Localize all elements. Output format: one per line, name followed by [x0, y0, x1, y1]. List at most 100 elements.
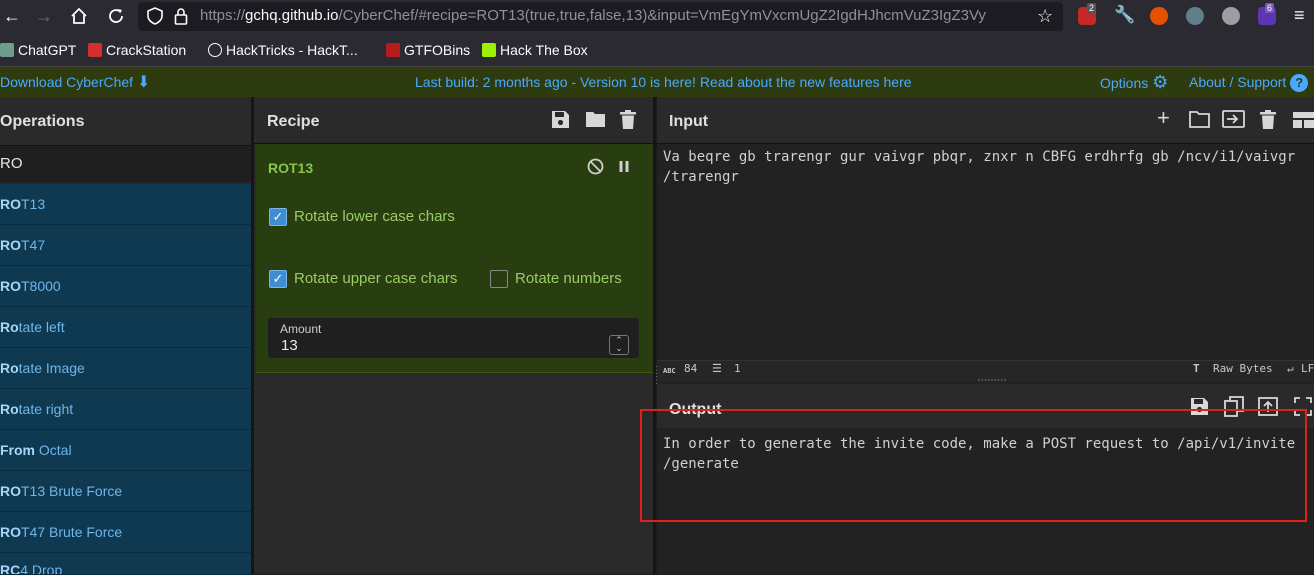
- download-label: Download CyberChef: [0, 74, 134, 90]
- operation-match: RO: [0, 278, 21, 294]
- operation-item[interactable]: RC4 Drop: [0, 553, 251, 575]
- bookmark-crackstation[interactable]: CrackStation: [88, 41, 186, 59]
- operation-item[interactable]: ROT13: [0, 184, 251, 225]
- operation-match: RO: [0, 237, 21, 253]
- layout-icon[interactable]: [1293, 111, 1314, 133]
- bookmark-label: CrackStation: [106, 42, 187, 58]
- gear-icon: ⚙: [1152, 72, 1169, 92]
- operation-match: Ro: [0, 319, 19, 335]
- reload-icon[interactable]: [104, 4, 128, 28]
- tracking-shield-icon[interactable]: [147, 7, 163, 30]
- line-ending-label[interactable]: LF: [1301, 362, 1314, 376]
- home-icon[interactable]: [67, 4, 91, 28]
- operation-label: tate Image: [18, 360, 85, 376]
- input-line-count: 1: [734, 362, 741, 375]
- save-recipe-icon[interactable]: [551, 110, 570, 133]
- operation-match: Ro: [0, 360, 19, 376]
- pause-breakpoint-icon[interactable]: [618, 160, 630, 178]
- hamburger-menu-icon[interactable]: ≡: [1294, 5, 1305, 25]
- crackstation-icon: [88, 43, 102, 57]
- operation-item[interactable]: ROT8000: [0, 266, 251, 307]
- bookmark-hacktricks[interactable]: HackTricks - HackT...: [208, 41, 358, 59]
- bookmark-label: Hack The Box: [500, 42, 588, 58]
- operation-match: RO: [0, 524, 21, 540]
- gtfobins-icon: [386, 43, 400, 57]
- bookmark-label: ChatGPT: [18, 42, 77, 58]
- operations-search-input[interactable]: [0, 146, 251, 182]
- clear-recipe-trash-icon[interactable]: [620, 110, 636, 133]
- chatgpt-icon: [0, 43, 14, 57]
- forward-arrow-icon[interactable]: →: [32, 4, 56, 28]
- download-cyberchef-link[interactable]: Download CyberChef ⬇: [0, 73, 150, 92]
- operation-label: tate left: [18, 319, 65, 335]
- operation-item[interactable]: ROT13 Brute Force: [0, 471, 251, 512]
- operation-item[interactable]: Rotate left: [0, 307, 251, 348]
- input-title: Input: [669, 113, 709, 130]
- input-header: [657, 97, 1314, 144]
- operation-match: RO: [0, 196, 21, 212]
- open-folder-icon[interactable]: [1189, 110, 1210, 132]
- hackthebox-icon: [482, 43, 496, 57]
- operation-label: 4 Drop: [20, 562, 63, 575]
- rotate-lower-label: Rotate lower case chars: [294, 208, 455, 225]
- cyberchef-banner: Download CyberChef ⬇ Last build: 2 month…: [0, 66, 1314, 97]
- url-text[interactable]: https://gchq.github.io/CyberChef/#recipe…: [200, 6, 1030, 26]
- options-button[interactable]: Options ⚙: [1100, 73, 1168, 92]
- operation-label: T13 Brute Force: [21, 483, 123, 499]
- text-encoding-icon[interactable]: T: [1193, 362, 1200, 376]
- bookmark-gtfobins[interactable]: GTFOBins: [386, 41, 470, 59]
- rotate-upper-label: Rotate upper case chars: [294, 270, 458, 287]
- rotate-numbers-label: Rotate numbers: [515, 270, 622, 287]
- options-label: Options: [1100, 75, 1149, 91]
- bookmark-chatgpt[interactable]: ChatGPT: [0, 41, 76, 59]
- amount-stepper-icon[interactable]: ⌃ ⌄: [609, 335, 629, 355]
- padlock-icon[interactable]: [174, 7, 188, 30]
- clear-input-trash-icon[interactable]: [1260, 110, 1276, 133]
- raw-bytes-label[interactable]: Raw Bytes: [1213, 362, 1273, 376]
- operation-item[interactable]: From Octal: [0, 430, 251, 471]
- spy-extension-icon[interactable]: [1186, 7, 1204, 25]
- operation-match: From: [0, 442, 39, 458]
- recipe-operation-title: ROT13: [268, 160, 314, 176]
- wrench-icon[interactable]: 🔧: [1114, 5, 1135, 25]
- amount-field[interactable]: [268, 318, 639, 358]
- operation-label: T13: [21, 196, 46, 212]
- add-tab-plus-icon[interactable]: +: [1157, 107, 1170, 129]
- return-arrow-icon[interactable]: ↵: [1287, 362, 1294, 376]
- open-file-icon[interactable]: [1222, 110, 1245, 132]
- globe-icon: [208, 43, 222, 57]
- bookmark-star-icon[interactable]: ☆: [1037, 6, 1053, 26]
- rotate-lower-checkbox[interactable]: ✓: [269, 208, 287, 226]
- operation-match: RO: [0, 483, 21, 499]
- url-host: gchq.github.io: [245, 7, 339, 24]
- build-info-link[interactable]: Last build: 2 months ago - Version 10 is…: [415, 73, 912, 91]
- operation-item[interactable]: ROT47: [0, 225, 251, 266]
- operations-search-value: RO: [0, 155, 23, 172]
- extension-badge: 6: [1265, 3, 1275, 13]
- operation-item[interactable]: ROT47 Brute Force: [0, 512, 251, 553]
- disable-operation-icon[interactable]: [587, 158, 604, 180]
- operation-match: Ro: [0, 401, 19, 417]
- foxyproxy-extension-icon[interactable]: [1150, 7, 1168, 25]
- load-recipe-folder-icon[interactable]: [585, 110, 606, 132]
- bookmark-hackthebox[interactable]: Hack The Box: [482, 41, 588, 59]
- amount-value: 13: [281, 337, 298, 354]
- abc-length-icon: ABC: [663, 367, 676, 375]
- cookie-extension-icon[interactable]: [1222, 7, 1240, 25]
- bookmarks-bar: ChatGPT CrackStation HackTricks - HackT.…: [0, 33, 1314, 66]
- back-arrow-icon[interactable]: ←: [0, 4, 24, 28]
- url-prefix: https://: [200, 7, 246, 24]
- about-label: About / Support: [1189, 74, 1287, 90]
- rotate-upper-checkbox[interactable]: ✓: [269, 270, 287, 288]
- about-support-button[interactable]: About / Support ?: [1189, 73, 1309, 92]
- rotate-numbers-checkbox[interactable]: [490, 270, 508, 288]
- highlight-annotation-box: [640, 409, 1307, 522]
- bookmark-label: HackTricks - HackT...: [226, 42, 358, 58]
- operation-item[interactable]: Rotate Image: [0, 348, 251, 389]
- operation-label: T47 Brute Force: [21, 524, 123, 540]
- operations-title: Operations: [0, 113, 85, 130]
- bookmark-label: GTFOBins: [404, 42, 471, 58]
- ublock-badge: 2: [1087, 3, 1097, 13]
- operation-item[interactable]: Rotate right: [0, 389, 251, 430]
- input-textarea[interactable]: Va beqre gb trarengr gur vaivgr pbqr, zn…: [663, 147, 1303, 187]
